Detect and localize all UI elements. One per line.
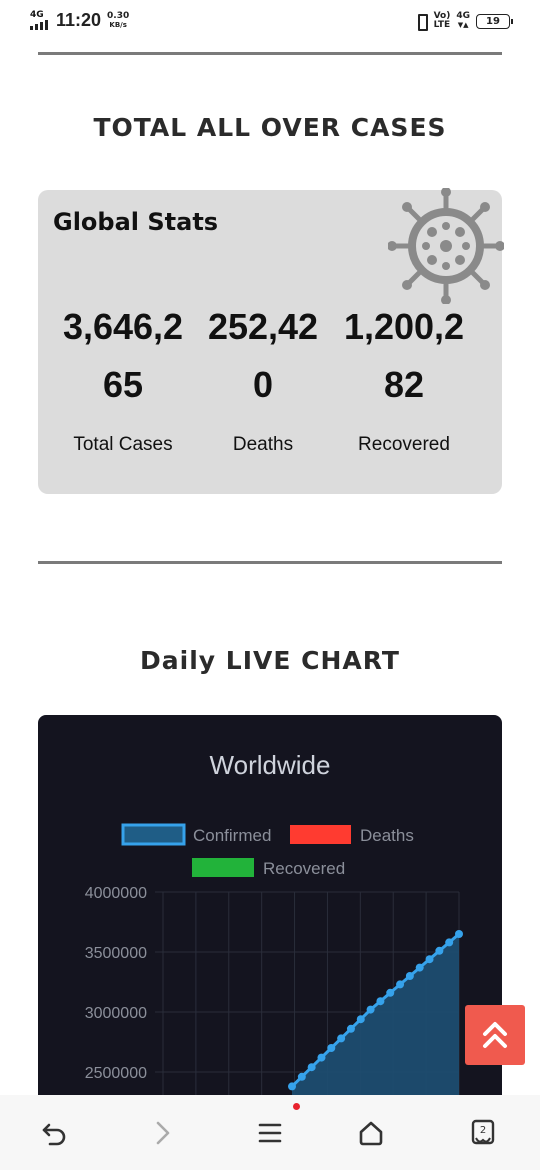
forward-button[interactable] xyxy=(142,1113,182,1153)
signal-icon: 4G xyxy=(30,10,50,30)
speed-value: 0.30 xyxy=(107,11,130,21)
network-right-label: 4G xyxy=(456,11,470,21)
battery-icon: 19 xyxy=(476,13,513,29)
tabs-icon: 2 xyxy=(471,1119,495,1145)
confirmed-point[interactable] xyxy=(415,963,424,972)
y-tick-label: 2500000 xyxy=(85,1065,147,1082)
network-indicator: 4G ▼▲ xyxy=(456,12,470,30)
stat-label: Recovered xyxy=(358,434,450,455)
home-icon xyxy=(359,1121,383,1146)
status-left: 4G 11:20 0.30 KB/s xyxy=(30,10,129,30)
global-stats-title: Global Stats xyxy=(53,208,219,236)
data-arrows-icon: ▼▲ xyxy=(457,21,469,29)
confirmed-point[interactable] xyxy=(307,1063,316,1072)
volte-sub-label: LTE xyxy=(433,20,451,30)
confirmed-point[interactable] xyxy=(405,972,414,980)
home-button[interactable] xyxy=(351,1113,391,1153)
speed-unit: KB/s xyxy=(109,21,127,29)
stat-deaths: 252,420 Deaths xyxy=(188,298,338,456)
volte-indicator: Vo) LTE xyxy=(434,12,451,30)
stat-value: 252,420 xyxy=(207,306,319,405)
confirmed-point[interactable] xyxy=(435,946,444,955)
live-chart: Worldwide Confirmed Deaths Recovered 400… xyxy=(85,750,463,1105)
notification-dot xyxy=(293,1103,300,1110)
y-tick-label: 4000000 xyxy=(85,885,147,902)
chart-legend: Confirmed Deaths Recovered xyxy=(121,823,414,878)
browser-bottom-bar: 2 xyxy=(0,1095,540,1170)
virus-icon xyxy=(388,188,504,304)
global-stats-card: Global Stats 3,646,265 Total Cases 252,4… xyxy=(38,188,504,494)
section-title-chart: Daily LIVE CHART xyxy=(140,646,400,675)
confirmed-point[interactable] xyxy=(317,1053,326,1062)
confirmed-point[interactable] xyxy=(455,930,463,938)
stat-label: Deaths xyxy=(232,434,294,455)
y-axis: 4000000 3500000 3000000 2500000 xyxy=(85,885,147,1082)
menu-button[interactable] xyxy=(250,1113,290,1153)
legend-label-confirmed: Confirmed xyxy=(193,826,271,845)
stat-label: Total Cases xyxy=(73,434,173,455)
legend-label-deaths: Deaths xyxy=(360,826,414,845)
top-divider xyxy=(38,52,502,55)
confirmed-point[interactable] xyxy=(288,1082,296,1091)
menu-icon xyxy=(258,1123,282,1143)
legend-item-deaths[interactable]: Deaths xyxy=(290,825,414,845)
confirmed-point[interactable] xyxy=(356,1015,365,1024)
stat-value: 1,200,282 xyxy=(343,306,465,405)
middle-divider xyxy=(38,561,502,564)
confirmed-point[interactable] xyxy=(386,988,395,997)
scroll-top-button[interactable] xyxy=(465,1005,525,1065)
network-type: 4G xyxy=(30,10,44,20)
battery-level: 19 xyxy=(486,15,500,27)
status-right: Vo) LTE 4G ▼▲ 19 xyxy=(414,12,513,31)
live-chart-card: Worldwide Confirmed Deaths Recovered 400… xyxy=(38,715,502,1105)
tabs-count: 2 xyxy=(480,1125,486,1136)
confirmed-point[interactable] xyxy=(425,955,434,964)
stat-recovered: 1,200,282 Recovered xyxy=(329,298,479,456)
back-icon xyxy=(42,1123,66,1146)
tabs-button[interactable]: 2 xyxy=(463,1113,503,1153)
double-chevron-up-icon xyxy=(483,1022,507,1048)
legend-label-recovered: Recovered xyxy=(263,859,345,878)
status-bar: 4G 11:20 0.30 KB/s Vo) LTE 4G ▼▲ 19 xyxy=(0,0,540,42)
legend-swatch-recovered xyxy=(192,858,254,877)
legend-swatch-confirmed xyxy=(121,823,186,846)
y-tick-label: 3500000 xyxy=(85,945,147,962)
clock: 11:20 xyxy=(56,10,102,30)
y-tick-label: 3000000 xyxy=(85,1005,147,1022)
confirmed-point[interactable] xyxy=(396,980,405,989)
confirmed-point[interactable] xyxy=(346,1024,355,1033)
confirmed-point[interactable] xyxy=(337,1034,346,1043)
confirmed-point[interactable] xyxy=(297,1072,306,1081)
chart-title: Worldwide xyxy=(210,750,331,780)
vibrate-icon xyxy=(414,13,428,31)
network-speed: 0.30 KB/s xyxy=(107,12,129,30)
confirmed-point[interactable] xyxy=(366,1005,375,1014)
confirmed-area xyxy=(292,934,459,1105)
legend-item-recovered[interactable]: Recovered xyxy=(192,858,345,878)
section-title-total: TOTAL ALL OVER CASES xyxy=(93,113,447,142)
forward-icon xyxy=(156,1121,170,1145)
back-button[interactable] xyxy=(34,1113,74,1153)
legend-swatch-deaths xyxy=(290,825,351,844)
legend-item-confirmed[interactable]: Confirmed xyxy=(121,823,271,846)
stat-total-cases: 3,646,265 Total Cases xyxy=(48,298,198,456)
confirmed-point[interactable] xyxy=(445,938,454,947)
stat-value: 3,646,265 xyxy=(62,306,184,405)
confirmed-point[interactable] xyxy=(376,997,385,1006)
confirmed-point[interactable] xyxy=(327,1044,336,1052)
